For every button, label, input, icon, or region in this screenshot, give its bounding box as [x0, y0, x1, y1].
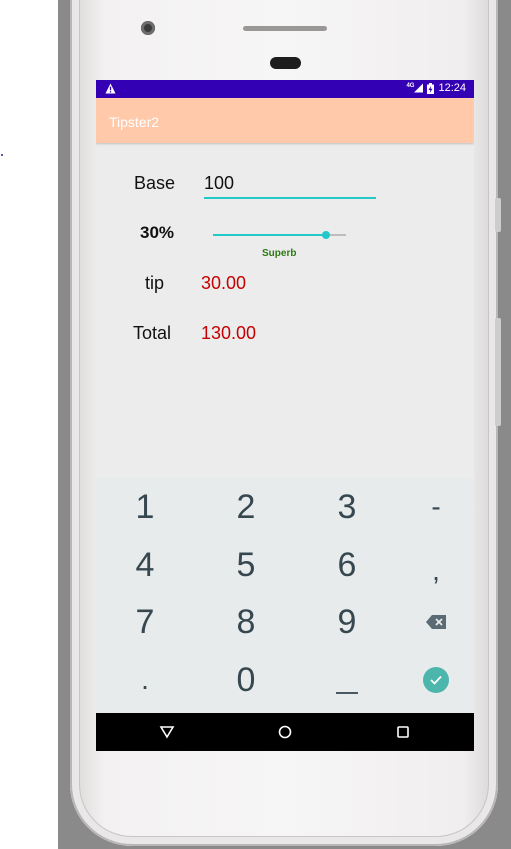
home-circle-icon[interactable] — [277, 725, 293, 739]
navigation-bar — [96, 713, 474, 751]
signal-icon — [414, 83, 424, 93]
earpiece-speaker — [243, 26, 327, 31]
tip-value: 30.00 — [201, 273, 247, 293]
proximity-sensor — [270, 57, 301, 69]
total-label: Total — [133, 323, 172, 343]
tip-percent-slider[interactable] — [213, 228, 346, 242]
key-backspace[interactable] — [389, 593, 474, 651]
tip-percent-label: 30% — [140, 223, 175, 242]
numeric-keyboard: 1 2 3 - 4 5 6 , 7 8 9 . 0 — [96, 478, 474, 713]
slider-track-active — [213, 234, 326, 236]
app-bar: Tipster2 — [96, 98, 474, 143]
key-9[interactable]: 9 — [300, 593, 394, 651]
underscore-glyph — [336, 692, 358, 694]
key-5[interactable]: 5 — [199, 536, 293, 594]
device-screen: 4G 12:24 Tipster2 Base 30% Superb tip 30… — [96, 80, 474, 751]
check-icon — [430, 675, 442, 685]
back-triangle-icon[interactable] — [159, 725, 175, 739]
signal-indicator: 4G — [406, 83, 424, 93]
app-title: Tipster2 — [109, 114, 160, 130]
status-clock: 12:24 — [438, 82, 466, 94]
base-label: Base — [134, 173, 176, 193]
stray-dot — [1, 154, 3, 156]
slider-thumb[interactable] — [322, 231, 330, 239]
base-input[interactable] — [204, 171, 376, 199]
key-4[interactable]: 4 — [98, 536, 192, 594]
key-7[interactable]: 7 — [98, 593, 192, 651]
tip-rating-label: Superb — [262, 248, 297, 259]
key-comma[interactable]: , — [389, 542, 474, 600]
key-done[interactable] — [389, 651, 474, 709]
network-type-label: 4G — [406, 83, 415, 89]
status-icons: 4G 12:24 — [406, 82, 466, 94]
battery-charging-icon — [427, 82, 435, 94]
key-1[interactable]: 1 — [98, 478, 192, 536]
key-period[interactable]: . — [98, 651, 192, 709]
power-button — [495, 198, 501, 232]
key-6[interactable]: 6 — [300, 536, 394, 594]
key-3[interactable]: 3 — [300, 478, 394, 536]
total-value: 130.00 — [201, 323, 257, 343]
key-2[interactable]: 2 — [199, 478, 293, 536]
backspace-icon — [426, 615, 446, 629]
volume-button — [495, 318, 501, 426]
warning-triangle-icon — [105, 83, 116, 94]
done-button[interactable] — [423, 667, 449, 693]
key-0[interactable]: 0 — [199, 651, 293, 709]
status-bar: 4G 12:24 — [96, 80, 474, 98]
front-camera — [141, 21, 155, 35]
key-8[interactable]: 8 — [199, 593, 293, 651]
recents-square-icon[interactable] — [395, 725, 411, 739]
key-underscore[interactable] — [300, 651, 394, 709]
key-minus[interactable]: - — [389, 478, 474, 536]
tip-label: tip — [145, 273, 165, 293]
